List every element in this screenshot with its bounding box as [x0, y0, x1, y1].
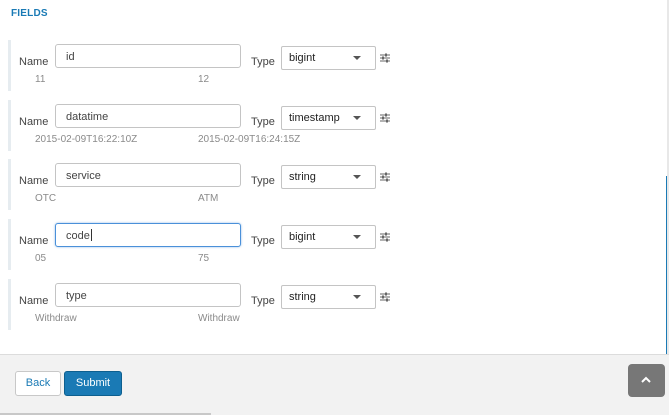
- sample-value: 75: [198, 253, 210, 264]
- sliders-icon[interactable]: [379, 231, 391, 243]
- sample-value: 11: [35, 74, 46, 85]
- field-row-type: Name type Type string Withdraw Withdraw: [8, 279, 397, 330]
- footer-bar: Back Submit: [0, 354, 669, 415]
- type-label: Type: [251, 175, 275, 187]
- chevron-down-icon: [353, 116, 361, 120]
- sample-value: Withdraw: [35, 313, 77, 324]
- field-name-value: code: [66, 230, 90, 242]
- type-label: Type: [251, 235, 275, 247]
- field-type-select[interactable]: string: [281, 285, 376, 309]
- field-type-select[interactable]: bigint: [281, 46, 376, 70]
- field-type-select[interactable]: string: [281, 165, 376, 189]
- field-name-input[interactable]: service: [55, 163, 241, 187]
- field-type-value: bigint: [289, 52, 316, 64]
- field-row-id: Name id Type bigint 11 12: [8, 40, 397, 91]
- type-label: Type: [251, 56, 275, 68]
- field-row-service: Name service Type string OTC ATM: [8, 159, 397, 210]
- type-label: Type: [251, 295, 275, 307]
- sliders-icon[interactable]: [379, 291, 391, 303]
- type-label: Type: [251, 116, 275, 128]
- chevron-down-icon: [353, 295, 361, 299]
- field-type-select[interactable]: timestamp: [281, 106, 376, 130]
- field-name-input[interactable]: id: [55, 44, 241, 68]
- sample-value: ATM: [198, 193, 219, 204]
- name-label: Name: [19, 175, 49, 187]
- submit-button[interactable]: Submit: [64, 371, 122, 396]
- sample-value: 05: [35, 253, 47, 264]
- scroll-to-top-button[interactable]: [628, 364, 665, 397]
- text-caret: [90, 229, 92, 241]
- sliders-icon[interactable]: [379, 52, 391, 64]
- name-label: Name: [19, 295, 49, 307]
- field-type-value: bigint: [289, 231, 316, 243]
- field-type-value: string: [289, 291, 316, 303]
- sample-value: 12: [198, 74, 210, 85]
- name-label: Name: [19, 235, 49, 247]
- field-name-input[interactable]: datatime: [55, 104, 241, 128]
- field-name-input[interactable]: code: [55, 223, 241, 247]
- chevron-down-icon: [353, 175, 361, 179]
- sliders-icon[interactable]: [379, 171, 391, 183]
- chevron-down-icon: [353, 56, 361, 60]
- name-label: Name: [19, 116, 49, 128]
- name-label: Name: [19, 56, 49, 68]
- chevron-up-icon: [641, 376, 651, 383]
- sample-value: OTC: [35, 193, 57, 204]
- section-title: FIELDS: [11, 8, 48, 19]
- sample-value: Withdraw: [198, 313, 240, 324]
- field-name-input[interactable]: type: [55, 283, 241, 307]
- field-type-select[interactable]: bigint: [281, 225, 376, 249]
- sample-value: 2015-02-09T16:24:15Z: [198, 134, 301, 145]
- field-row-code: Name code Type bigint 05 75: [8, 219, 397, 270]
- field-row-datatime: Name datatime Type timestamp 2015-02-09T…: [8, 100, 397, 151]
- scrollbar-thumb[interactable]: [666, 176, 667, 354]
- field-type-value: timestamp: [289, 112, 340, 124]
- back-button[interactable]: Back: [15, 371, 61, 396]
- sliders-icon[interactable]: [379, 112, 391, 124]
- sample-value: 2015-02-09T16:22:10Z: [35, 134, 138, 145]
- field-type-value: string: [289, 171, 316, 183]
- chevron-down-icon: [353, 235, 361, 239]
